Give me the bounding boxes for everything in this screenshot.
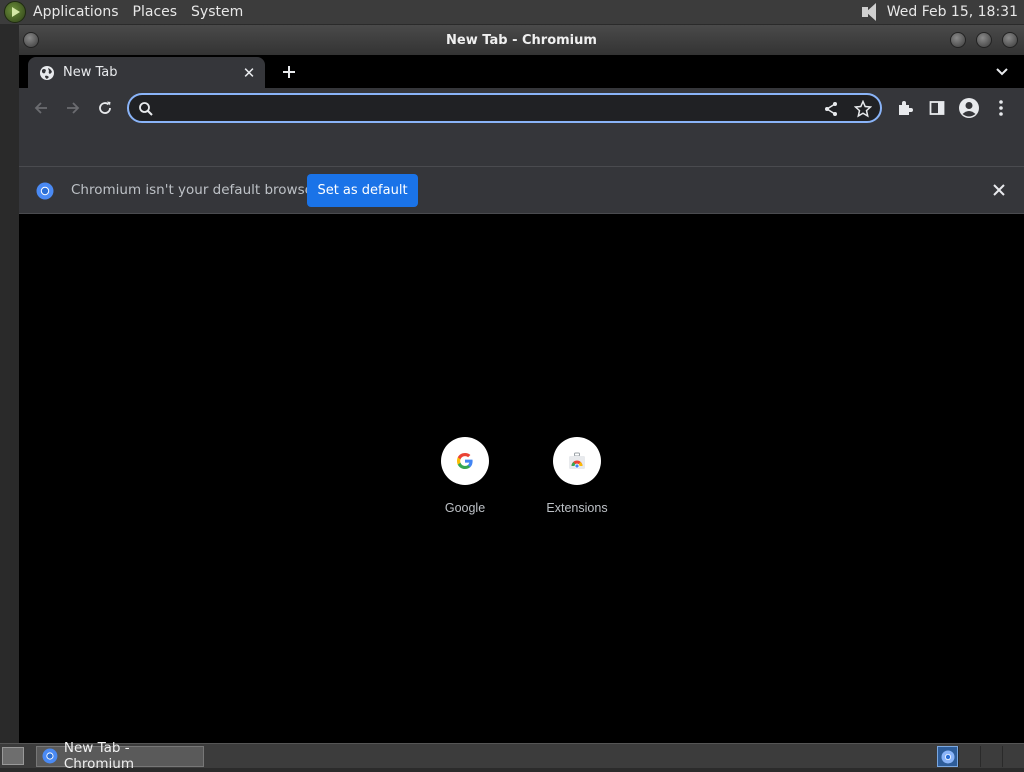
tab-search-button[interactable] — [990, 60, 1014, 84]
tray-chromium-icon[interactable] — [937, 746, 958, 767]
avatar-icon — [959, 98, 979, 118]
shortcut-label: Google — [444, 501, 486, 515]
close-icon[interactable]: ✕ — [239, 63, 259, 83]
taskbar-item-chromium[interactable]: New Tab - Chromium — [36, 740, 204, 772]
shortcut-google[interactable]: Google — [415, 437, 515, 515]
star-icon[interactable] — [854, 100, 872, 118]
forward-button[interactable] — [59, 94, 87, 122]
globe-icon — [40, 65, 54, 80]
google-g-icon — [457, 453, 473, 469]
taskbar-item-label: New Tab - Chromium — [63, 740, 134, 772]
infobar-close-button[interactable] — [990, 181, 1008, 199]
set-default-button[interactable]: Set as default — [307, 174, 418, 207]
menu-button[interactable] — [987, 94, 1015, 122]
tab-new-tab[interactable]: New Tab ✕ — [28, 57, 265, 88]
distro-logo-icon[interactable] — [4, 1, 26, 23]
shortcut-extensions[interactable]: Extensions — [527, 437, 627, 515]
tab-strip: New Tab ✕ — [19, 55, 1024, 88]
plus-icon — [283, 66, 295, 78]
maximize-icon[interactable] — [976, 32, 992, 48]
chromium-icon — [941, 750, 954, 763]
puzzle-icon — [899, 101, 913, 115]
chromium-icon — [36, 182, 54, 200]
workspace-3[interactable] — [1002, 746, 1024, 767]
share-icon[interactable] — [822, 100, 840, 118]
new-tab-button[interactable] — [277, 60, 301, 84]
back-button[interactable] — [27, 94, 55, 122]
new-tab-page: Google Extensions — [19, 214, 1024, 743]
menu-system[interactable]: System — [184, 0, 250, 25]
side-panel-button[interactable] — [923, 94, 951, 122]
top-panel: Applications Places System Wed Feb 15, 1… — [0, 0, 1024, 25]
menu-places[interactable]: Places — [126, 0, 185, 25]
shortcut-tile[interactable] — [441, 437, 489, 485]
desktop-background — [0, 25, 19, 743]
search-icon — [139, 102, 153, 116]
show-desktop-icon[interactable] — [2, 747, 24, 765]
arrow-right-icon — [67, 102, 80, 114]
tab-title: New Tab — [63, 65, 118, 80]
browser-window: New Tab - Chromium New Tab ✕ Chromium is… — [19, 25, 1024, 743]
shortcut-label: Extensions — [546, 501, 608, 515]
close-icon — [993, 184, 1005, 196]
clock[interactable]: Wed Feb 15, 18:31 — [887, 4, 1024, 20]
bookmark-bar — [19, 128, 1024, 167]
profile-button[interactable] — [955, 94, 983, 122]
window-titlebar[interactable]: New Tab - Chromium — [19, 25, 1024, 55]
extensions-button[interactable] — [891, 94, 919, 122]
shortcut-tile[interactable] — [553, 437, 601, 485]
taskbar: New Tab - Chromium — [0, 740, 1024, 772]
omnibox[interactable] — [127, 93, 882, 123]
side-panel-icon — [929, 101, 945, 115]
menu-applications[interactable]: Applications — [26, 0, 126, 25]
toolbar — [19, 88, 1024, 128]
workspace-2[interactable] — [980, 746, 1002, 767]
window-close-icon[interactable] — [1002, 32, 1018, 48]
default-browser-infobar: Chromium isn't your default browser Set … — [19, 167, 1024, 214]
infobar-message: Chromium isn't your default browser — [71, 182, 319, 198]
minimize-icon[interactable] — [950, 32, 966, 48]
workspace-1[interactable] — [958, 746, 980, 767]
reload-button[interactable] — [91, 94, 119, 122]
chromium-icon — [42, 748, 58, 764]
kebab-menu-icon — [999, 100, 1003, 116]
address-input[interactable] — [159, 97, 809, 119]
web-store-icon — [569, 452, 585, 469]
chevron-down-icon — [996, 68, 1008, 76]
window-menu-icon[interactable] — [23, 32, 39, 48]
volume-icon[interactable] — [859, 2, 881, 22]
arrow-left-icon — [34, 102, 47, 114]
reload-icon — [99, 101, 111, 114]
window-title: New Tab - Chromium — [446, 32, 597, 48]
